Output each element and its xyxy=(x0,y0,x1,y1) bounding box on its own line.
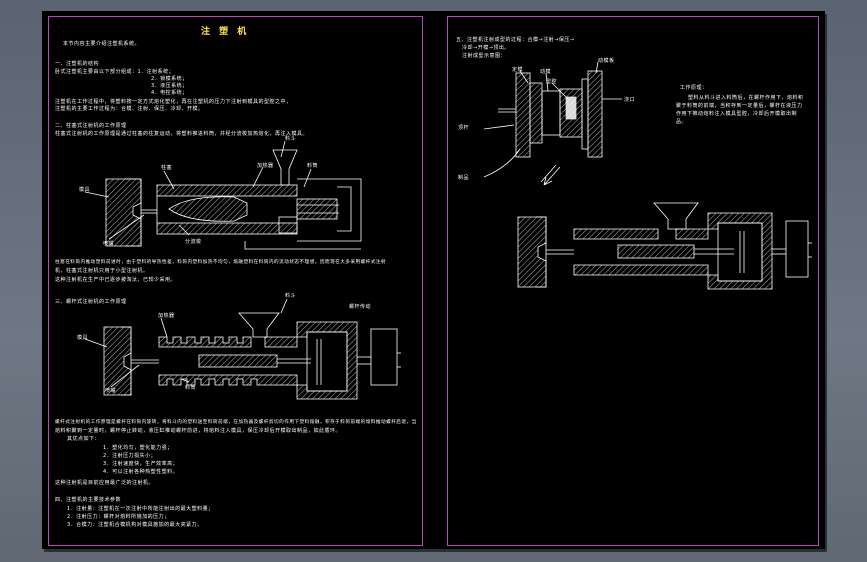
mold-closeup-diagram xyxy=(483,61,622,186)
left-page-drawings xyxy=(84,140,401,400)
left-page-frame: 注 塑 机 本节内容主要介绍注塑机系统。 一、注塑机的结构 卧式注塑机主要由以下… xyxy=(48,16,423,546)
right-page-drawings xyxy=(483,61,812,290)
right-page-frame: 五、注塑机注射成型的过程：合模→注射→保压→ 冷却→开模→顶出。 注射成型示意图… xyxy=(447,16,819,546)
screw-machine-diagram xyxy=(517,202,812,290)
screw-injection-diagram xyxy=(84,298,401,400)
plunger-injection-diagram xyxy=(84,140,362,250)
